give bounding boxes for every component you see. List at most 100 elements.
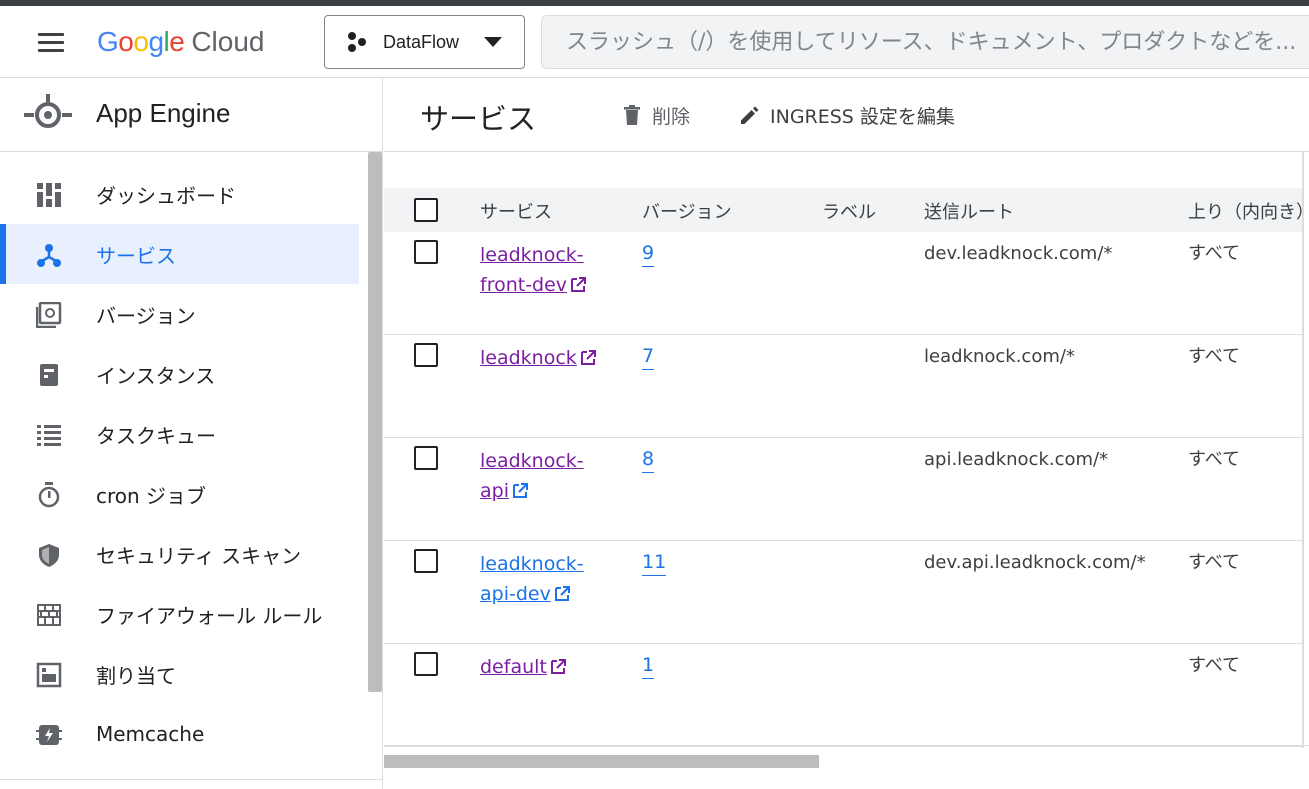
versions-link[interactable]: 8: [642, 446, 655, 473]
quota-icon: [36, 662, 62, 688]
edit-ingress-label: INGRESS 設定を編集: [770, 105, 955, 128]
services-icon: [37, 244, 61, 267]
project-picker[interactable]: DataFlow: [324, 15, 525, 69]
sidebar-item-versions[interactable]: バージョン: [0, 284, 368, 344]
hamburger-icon-bar: [38, 41, 64, 44]
service-cell: leadknock: [480, 343, 620, 373]
delete-button[interactable]: 削除: [620, 101, 690, 129]
service-link[interactable]: leadknock-api: [480, 450, 584, 502]
google-cloud-logo[interactable]: Google Cloud: [97, 20, 265, 64]
row-checkbox[interactable]: [414, 549, 438, 573]
app-engine-icon: [24, 94, 72, 128]
row-checkbox[interactable]: [414, 240, 438, 264]
external-link-icon[interactable]: [550, 658, 567, 675]
horizontal-scrollbar[interactable]: [384, 755, 819, 768]
sidebar-nav: ダッシュボード サービス バージョン インスタンス タスクキュー cron ジョ…: [0, 164, 368, 764]
ingress-cell: すべて: [1188, 655, 1241, 676]
main-content: サービス 削除 INGRESS 設定を編集 サービス バージョン ラベル 送信ル…: [384, 78, 1309, 789]
ingress-cell: すべて: [1188, 243, 1241, 264]
table-row: leadknock-api 8 api.leadknock.com/* すべて: [384, 438, 1304, 541]
route-cell: leadknock.com/*: [924, 346, 1075, 367]
project-icon: [348, 32, 366, 52]
hamburger-icon: [38, 33, 64, 36]
column-header-service[interactable]: サービス: [480, 198, 552, 224]
service-link[interactable]: leadknock-front-dev: [480, 244, 584, 296]
edit-ingress-button[interactable]: INGRESS 設定を編集: [738, 101, 955, 129]
timer-icon: [38, 482, 60, 508]
task-queue-icon: [37, 425, 61, 446]
search-bar[interactable]: [541, 15, 1309, 69]
sidebar-item-memcache[interactable]: Memcache: [0, 704, 368, 764]
service-cell: leadknock-front-dev: [480, 240, 600, 300]
sidebar-item-label: Memcache: [96, 722, 205, 746]
column-header-versions[interactable]: バージョン: [642, 198, 732, 224]
ingress-cell: すべて: [1188, 449, 1241, 470]
ingress-cell: すべて: [1188, 346, 1241, 367]
column-header-route[interactable]: 送信ルート: [924, 198, 1014, 224]
column-header-labels[interactable]: ラベル: [822, 198, 876, 224]
table-row: leadknock-front-dev 9 dev.leadknock.com/…: [384, 232, 1304, 335]
search-input[interactable]: [566, 16, 1309, 68]
sidebar-item-label: インスタンス: [96, 363, 216, 388]
service-link[interactable]: leadknock: [480, 347, 577, 369]
page-toolbar: サービス 削除 INGRESS 設定を編集: [384, 78, 1309, 152]
table-footer-divider: [384, 745, 1309, 746]
select-all-checkbox[interactable]: [414, 198, 438, 222]
sidebar-item-firewall-rules[interactable]: ファイアウォール ルール: [0, 584, 368, 644]
ingress-cell: すべて: [1188, 552, 1241, 573]
sidebar-item-label: タスクキュー: [96, 423, 216, 448]
memcache-icon: [36, 725, 62, 745]
top-bar: Google Cloud DataFlow: [0, 6, 1309, 78]
sidebar-item-label: セキュリティ スキャン: [96, 543, 302, 568]
table-row: default 1 すべて: [384, 644, 1304, 747]
sidebar-item-label: ダッシュボード: [96, 183, 236, 208]
sidebar-item-security-scans[interactable]: セキュリティ スキャン: [0, 524, 368, 584]
route-cell: dev.api.leadknock.com/*: [924, 552, 1146, 573]
sidebar-item-instances[interactable]: インスタンス: [0, 344, 368, 404]
external-link-icon[interactable]: [512, 482, 529, 499]
versions-link[interactable]: 7: [642, 343, 655, 370]
sidebar-header: App Engine: [0, 78, 383, 152]
external-link-icon[interactable]: [570, 276, 587, 293]
service-cell: leadknock-api: [480, 446, 600, 506]
service-cell: leadknock-api-dev: [480, 549, 600, 609]
column-header-ingress[interactable]: 上り（内向き）: [1188, 198, 1304, 224]
firewall-icon: [37, 604, 61, 626]
table-header: サービス バージョン ラベル 送信ルート 上り（内向き）: [384, 188, 1304, 232]
versions-link[interactable]: 1: [642, 652, 655, 679]
route-cell: dev.leadknock.com/*: [924, 243, 1113, 264]
versions-link[interactable]: 11: [642, 549, 667, 576]
versions-icon: [36, 302, 62, 328]
delete-label: 削除: [652, 105, 691, 128]
page-title: サービス: [420, 102, 537, 136]
services-table: サービス バージョン ラベル 送信ルート 上り（内向き） leadknock-f…: [384, 188, 1304, 748]
table-row: leadknock-api-dev 11 dev.api.leadknock.c…: [384, 541, 1304, 644]
sidebar: App Engine ダッシュボード サービス バージョン インスタンス タスク…: [0, 78, 383, 789]
sidebar-scrollbar[interactable]: [368, 152, 382, 692]
project-name: DataFlow: [383, 31, 460, 52]
route-cell: api.leadknock.com/*: [924, 449, 1109, 470]
main-menu-button[interactable]: [34, 29, 68, 55]
sidebar-item-task-queues[interactable]: タスクキュー: [0, 404, 368, 464]
sidebar-item-cron-jobs[interactable]: cron ジョブ: [0, 464, 368, 524]
trash-icon: [624, 105, 640, 125]
sidebar-item-quotas[interactable]: 割り当て: [0, 644, 368, 704]
sidebar-item-services[interactable]: サービス: [0, 224, 359, 284]
sidebar-item-dashboard[interactable]: ダッシュボード: [0, 164, 368, 224]
product-title: App Engine: [96, 98, 231, 128]
external-link-icon[interactable]: [580, 349, 597, 366]
sidebar-item-label: cron ジョブ: [96, 483, 207, 508]
service-link[interactable]: default: [480, 656, 547, 678]
pencil-icon: [741, 106, 759, 124]
row-checkbox[interactable]: [414, 446, 438, 470]
external-link-icon[interactable]: [554, 585, 571, 602]
row-checkbox[interactable]: [414, 343, 438, 367]
table-right-edge: [1302, 152, 1304, 748]
hamburger-icon-bar: [38, 49, 64, 52]
caret-down-icon: [484, 37, 502, 47]
shield-icon: [39, 544, 59, 567]
table-row: leadknock 7 leadknock.com/* すべて: [384, 335, 1304, 438]
row-checkbox[interactable]: [414, 652, 438, 676]
versions-link[interactable]: 9: [642, 240, 655, 267]
dashboard-icon: [37, 183, 61, 207]
